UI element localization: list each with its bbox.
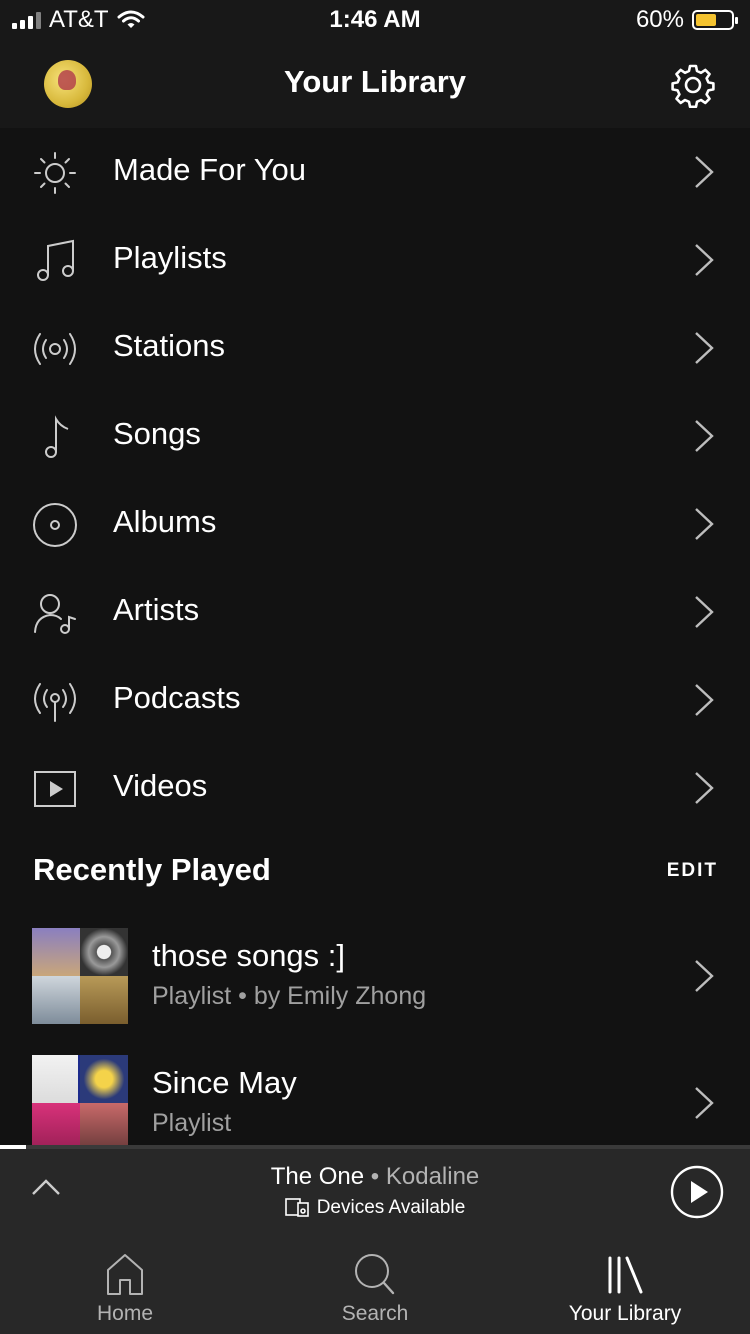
playlist-artwork: [32, 928, 128, 1024]
chevron-right-icon: [695, 684, 714, 716]
recently-played-header: Recently Played EDIT: [0, 832, 750, 912]
sun-icon: [34, 152, 76, 194]
devices-icon: [284, 1198, 309, 1217]
chevron-right-icon: [695, 772, 714, 804]
menu-item-songs[interactable]: Songs: [0, 392, 750, 480]
radio-waves-icon: [34, 333, 76, 365]
chevron-right-icon: [695, 244, 714, 276]
menu-item-podcasts[interactable]: Podcasts: [0, 656, 750, 744]
section-title: Recently Played: [33, 852, 271, 887]
recent-item-title: Since May: [152, 1065, 297, 1100]
music-notes-icon: [37, 239, 74, 281]
chevron-right-icon: [695, 420, 714, 452]
tab-search[interactable]: Search: [250, 1236, 500, 1334]
tab-label: Home: [96, 1302, 154, 1325]
menu-item-label: Stations: [113, 328, 226, 363]
status-right: 60%: [635, 6, 738, 34]
tab-label: Search: [341, 1302, 409, 1325]
library-header: Your Library: [0, 42, 750, 128]
recent-item-subtitle: Playlist: [152, 1109, 232, 1137]
track-artist: Kodaline: [385, 1163, 480, 1190]
devices-label: Devices Available: [316, 1197, 466, 1218]
chevron-right-icon: [695, 1087, 714, 1119]
now-playing-bar[interactable]: The One • Kodaline Devices Available: [0, 1145, 750, 1237]
menu-item-playlists[interactable]: Playlists: [0, 216, 750, 304]
tab-your-library[interactable]: Your Library: [500, 1236, 750, 1334]
recent-item-those-songs[interactable]: those songs :] Playlist • by Emily Zhong: [0, 928, 750, 1038]
menu-item-videos[interactable]: Videos: [0, 744, 750, 832]
chevron-right-icon: [695, 596, 714, 628]
battery-fill: [696, 14, 716, 26]
menu-item-label: Songs: [113, 416, 201, 451]
menu-item-label: Made For You: [113, 152, 307, 187]
progress-track: [26, 1145, 750, 1149]
home-icon: [107, 1254, 143, 1295]
edit-button[interactable]: EDIT: [667, 860, 718, 882]
now-playing-info: The One • Kodaline: [0, 1163, 750, 1191]
video-play-icon: [34, 771, 76, 807]
menu-item-albums[interactable]: Albums: [0, 480, 750, 568]
menu-item-label: Videos: [113, 768, 208, 803]
track-title: The One: [270, 1163, 365, 1190]
library-icon: [608, 1256, 643, 1294]
menu-item-label: Podcasts: [113, 680, 241, 715]
menu-item-label: Albums: [113, 504, 217, 539]
bottom-tab-bar: Home Search Your Library: [0, 1236, 750, 1334]
chevron-right-icon: [695, 156, 714, 188]
chevron-right-icon: [695, 332, 714, 364]
menu-item-label: Playlists: [113, 240, 227, 275]
chevron-right-icon: [695, 960, 714, 992]
battery-icon: [692, 10, 738, 30]
tab-home[interactable]: Home: [0, 1236, 250, 1334]
recent-item-title: those songs :]: [152, 938, 346, 973]
music-note-icon: [45, 415, 69, 458]
menu-item-made-for-you[interactable]: Made For You: [0, 128, 750, 216]
search-icon: [355, 1254, 395, 1295]
progress-fill: [0, 1145, 26, 1149]
library-menu: Made For You Playlists Stations Songs Al…: [0, 128, 750, 832]
tab-label: Your Library: [568, 1302, 682, 1325]
play-button[interactable]: [670, 1165, 724, 1219]
menu-item-label: Artists: [113, 592, 200, 627]
gear-icon[interactable]: [670, 62, 716, 108]
devices-available[interactable]: Devices Available: [0, 1197, 750, 1219]
track-separator: •: [364, 1163, 386, 1190]
recent-item-since-may[interactable]: Since May Playlist: [0, 1055, 750, 1146]
status-bar: AT&T 1:46 AM 60%: [0, 0, 750, 42]
recent-item-subtitle: Playlist • by Emily Zhong: [152, 982, 427, 1010]
menu-item-artists[interactable]: Artists: [0, 568, 750, 656]
menu-item-stations[interactable]: Stations: [0, 304, 750, 392]
chevron-right-icon: [695, 508, 714, 540]
disc-icon: [33, 503, 77, 547]
podcast-icon: [34, 683, 76, 722]
page-title: Your Library: [283, 64, 467, 99]
playlist-artwork: [32, 1055, 128, 1146]
battery-percent: 60%: [635, 6, 684, 33]
artist-icon: [34, 594, 76, 634]
